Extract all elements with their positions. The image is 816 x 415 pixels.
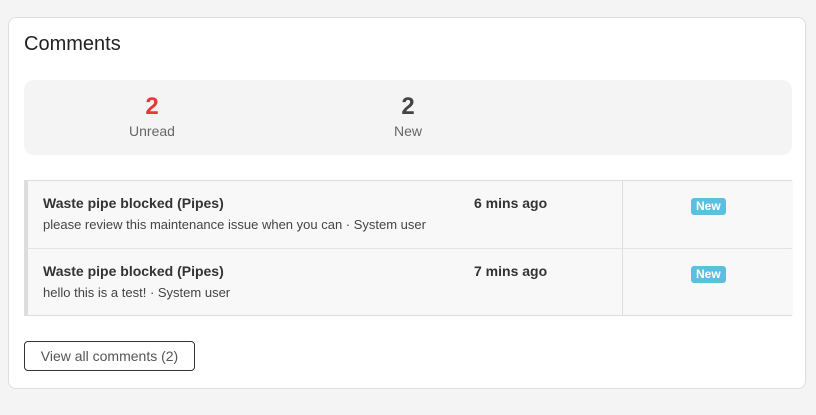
comments-list: Waste pipe blocked (Pipes) 6 mins ago pl… xyxy=(24,180,793,316)
comment-text: please review this maintenance issue whe… xyxy=(43,217,426,232)
new-badge: New xyxy=(691,266,726,283)
comment-main[interactable]: Waste pipe blocked (Pipes) 7 mins ago he… xyxy=(28,249,622,315)
comment-title[interactable]: Waste pipe blocked (Pipes) xyxy=(43,195,224,211)
comment-title[interactable]: Waste pipe blocked (Pipes) xyxy=(43,263,224,279)
stat-new[interactable]: 2 New xyxy=(348,93,468,139)
unread-label: Unread xyxy=(129,123,175,139)
stats-panel: 2 Unread 2 New xyxy=(24,80,792,155)
comment-row[interactable]: Waste pipe blocked (Pipes) 6 mins ago pl… xyxy=(25,181,793,248)
comment-main[interactable]: Waste pipe blocked (Pipes) 6 mins ago pl… xyxy=(28,181,622,248)
view-all-comments-button[interactable]: View all comments (2) xyxy=(24,341,195,371)
comment-text: hello this is a test! · System user xyxy=(43,285,231,300)
new-label: New xyxy=(393,123,422,139)
comment-time: 7 mins ago xyxy=(474,263,548,279)
comment-status-cell: New xyxy=(622,181,793,248)
stat-unread[interactable]: 2 Unread xyxy=(92,93,212,139)
comments-card: Comments 2 Unread 2 New Waste pipe block… xyxy=(8,17,806,389)
unread-count: 2 xyxy=(145,93,159,120)
comment-row[interactable]: Waste pipe blocked (Pipes) 7 mins ago he… xyxy=(25,248,793,315)
new-count: 2 xyxy=(401,93,415,120)
comment-status-cell: New xyxy=(622,249,793,315)
comment-time: 6 mins ago xyxy=(474,195,548,211)
new-badge: New xyxy=(691,198,726,215)
card-title: Comments xyxy=(24,33,121,55)
